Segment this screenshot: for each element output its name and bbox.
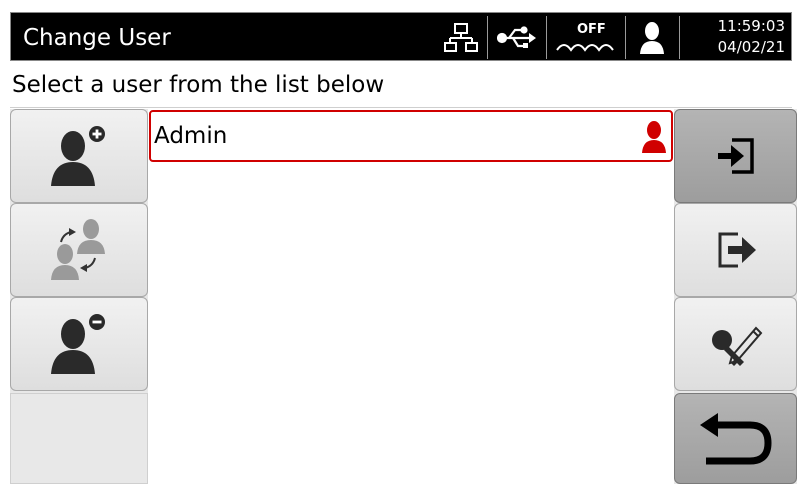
user-name: Admin xyxy=(154,123,228,149)
add-user-button[interactable] xyxy=(10,109,148,203)
status-bar: Change User OFF 11:59:03 04/02/21 xyxy=(10,12,792,61)
key-edit-icon xyxy=(711,326,762,366)
back-arrow-icon xyxy=(699,412,772,464)
remove-user-icon xyxy=(51,314,105,374)
usb-icon xyxy=(489,13,544,62)
switch-user-button[interactable] xyxy=(10,203,148,297)
login-button[interactable] xyxy=(674,109,797,203)
user-list: Admin xyxy=(148,109,674,484)
remove-user-button[interactable] xyxy=(10,297,148,391)
left-toolbar xyxy=(10,109,148,484)
clock-date: 04/02/21 xyxy=(717,38,785,56)
logout-icon xyxy=(718,232,756,268)
water-bath-icon xyxy=(548,27,623,62)
add-user-icon xyxy=(51,126,105,186)
admin-user-icon xyxy=(641,120,667,158)
page-title: Change User xyxy=(23,25,171,51)
list-item[interactable]: Admin xyxy=(149,110,673,162)
user-icon xyxy=(627,13,677,62)
instruction-text: Select a user from the list below xyxy=(10,62,792,108)
network-icon xyxy=(437,13,485,62)
empty-slot xyxy=(10,393,148,484)
back-button[interactable] xyxy=(674,393,797,484)
logout-button[interactable] xyxy=(674,203,797,297)
switch-user-icon xyxy=(51,219,105,280)
right-toolbar xyxy=(674,109,797,484)
clock-time: 11:59:03 xyxy=(717,17,785,35)
login-icon xyxy=(717,138,754,174)
change-password-button[interactable] xyxy=(674,297,797,391)
